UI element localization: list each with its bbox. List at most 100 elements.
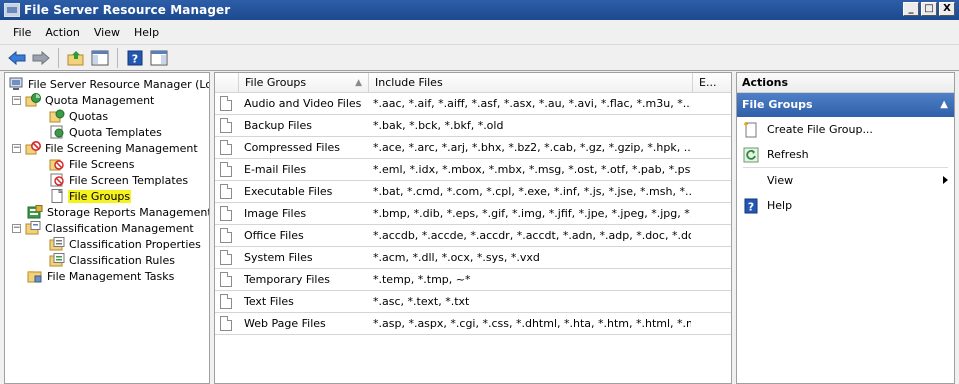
column-header-exclude-files[interactable]: E...: [693, 73, 731, 93]
include-files: *.bmp, *.dib, *.eps, *.gif, *.img, *.jfi…: [373, 207, 691, 220]
tree-item-storage-reports-management[interactable]: Storage Reports Management: [27, 204, 210, 220]
include-files: *.ace, *.arc, *.arj, *.bhx, *.bz2, *.cab…: [373, 141, 691, 154]
tree-label: File Management Tasks: [47, 269, 175, 283]
menu-action[interactable]: Action: [38, 26, 86, 39]
help-action[interactable]: ? Help: [737, 193, 954, 218]
table-row[interactable]: Backup Files *.bak, *.bck, *.bkf, *.old: [215, 115, 731, 137]
help-icon: ?: [127, 50, 143, 65]
actions-section-file-groups[interactable]: File Groups ▲: [737, 93, 954, 117]
tree-item-file-management-tasks[interactable]: File Management Tasks: [27, 268, 175, 284]
help-icon: ?: [744, 198, 758, 213]
include-files: *.asc, *.text, *.txt: [373, 295, 470, 308]
file-group-icon: [220, 140, 232, 155]
table-row[interactable]: System Files *.acm, *.dll, *.ocx, *.sys, …: [215, 247, 731, 269]
file-group-name: Backup Files: [244, 119, 312, 132]
tree-item-root[interactable]: File Server Resource Manager (Local): [8, 76, 209, 92]
column-header-label: Include Files: [375, 76, 443, 89]
file-group-name: E-mail Files: [244, 163, 307, 176]
file-group-icon: [220, 272, 232, 287]
tree-item-classification-management[interactable]: − Classification Management: [12, 220, 195, 236]
create-file-group-action[interactable]: Create File Group...: [737, 117, 954, 142]
file-group-name: Image Files: [244, 207, 307, 220]
back-arrow-icon: [8, 50, 26, 65]
include-files: *.bak, *.bck, *.bkf, *.old: [373, 119, 504, 132]
tree-label: Quota Management: [45, 93, 155, 107]
tree-item-classification-properties[interactable]: Classification Properties: [49, 236, 202, 252]
column-header-icon[interactable]: [215, 73, 239, 93]
maximize-button[interactable]: □: [921, 2, 937, 16]
help-toolbar-button[interactable]: ?: [124, 47, 146, 69]
minimize-button[interactable]: _: [903, 2, 919, 16]
expand-collapse-toggle[interactable]: −: [12, 95, 21, 105]
refresh-action[interactable]: Refresh: [737, 142, 954, 167]
menu-help[interactable]: Help: [127, 26, 166, 39]
table-row[interactable]: E-mail Files *.eml, *.idx, *.mbox, *.mbx,…: [215, 159, 731, 181]
file-group-icon: [220, 184, 232, 199]
tree-label: File Server Resource Manager (Local): [28, 77, 209, 91]
sort-ascending-icon: ▲: [355, 78, 362, 88]
actions-pane-title: Actions: [737, 73, 954, 93]
show-hide-tree-icon: [91, 50, 109, 65]
collapse-section-icon[interactable]: ▲: [940, 93, 948, 117]
forward-button[interactable]: [30, 47, 52, 69]
tree-item-quotas[interactable]: Quotas: [49, 108, 109, 124]
file-group-icon: [220, 206, 232, 221]
include-files: *.eml, *.idx, *.mbox, *.mbx, *.msg, *.os…: [373, 163, 691, 176]
tree-item-file-screening-management[interactable]: − File Screening Management: [12, 140, 199, 156]
up-one-level-button[interactable]: [65, 47, 87, 69]
tree-item-quota-templates[interactable]: Quota Templates: [49, 124, 163, 140]
table-row[interactable]: Text Files *.asc, *.text, *.txt: [215, 291, 731, 313]
show-hide-console-tree-button[interactable]: [89, 47, 111, 69]
table-row[interactable]: Image Files *.bmp, *.dib, *.eps, *.gif, *…: [215, 203, 731, 225]
table-row[interactable]: Office Files *.accdb, *.accde, *.accdr, *…: [215, 225, 731, 247]
file-group-name: Text Files: [244, 295, 294, 308]
column-header-label: E...: [699, 76, 717, 89]
file-group-icon: [220, 96, 232, 111]
tree-item-file-screens[interactable]: File Screens: [49, 156, 135, 172]
file-group-name: Compressed Files: [244, 141, 341, 154]
toolbar: ?: [0, 44, 959, 71]
menu-view[interactable]: View: [87, 26, 127, 39]
toolbar-separator: [117, 47, 118, 68]
show-hide-action-pane-button[interactable]: [148, 47, 170, 69]
window-title: File Server Resource Manager: [24, 3, 231, 17]
column-header-file-groups[interactable]: File Groups ▲: [239, 73, 369, 93]
app-icon: [4, 3, 20, 17]
file-groups-list: File Groups ▲ Include Files E... Audio a…: [214, 72, 732, 384]
tree-item-file-screen-templates[interactable]: File Screen Templates: [49, 172, 189, 188]
table-row[interactable]: Compressed Files *.ace, *.arc, *.arj, *.b…: [215, 137, 731, 159]
view-action[interactable]: View: [737, 168, 954, 193]
include-files: *.asp, *.aspx, *.cgi, *.css, *.dhtml, *.…: [373, 317, 691, 330]
tree-item-classification-rules[interactable]: Classification Rules: [49, 252, 176, 268]
quota-management-icon: [25, 93, 41, 107]
include-files: *.aac, *.aif, *.aiff, *.asf, *.asx, *.au…: [373, 97, 691, 110]
tree-label: Quota Templates: [69, 125, 162, 139]
tree-label: Classification Properties: [69, 237, 201, 251]
classification-rules-icon: [49, 253, 65, 267]
tree-item-file-groups[interactable]: File Groups: [49, 188, 132, 204]
expand-collapse-toggle[interactable]: −: [12, 223, 21, 233]
classification-properties-icon: [49, 237, 65, 251]
tree-label: File Screens: [69, 157, 135, 171]
tree-label: Classification Rules: [69, 253, 175, 267]
table-row[interactable]: Executable Files *.bat, *.cmd, *.com, *.c…: [215, 181, 731, 203]
column-header-label: File Groups: [245, 76, 307, 89]
file-group-icon: [220, 162, 232, 177]
column-header-include-files[interactable]: Include Files: [369, 73, 693, 93]
back-button[interactable]: [6, 47, 28, 69]
table-row[interactable]: Web Page Files *.asp, *.aspx, *.cgi, *.cs…: [215, 313, 731, 335]
menu-file[interactable]: File: [6, 26, 38, 39]
file-group-icon: [220, 118, 232, 133]
close-button[interactable]: X: [939, 2, 955, 16]
show-hide-action-pane-icon: [150, 50, 168, 65]
file-group-icon: [51, 189, 64, 203]
menu-bar: File Action View Help: [0, 20, 959, 44]
table-row[interactable]: Temporary Files *.temp, *.tmp, ~*: [215, 269, 731, 291]
tree-label: Storage Reports Management: [47, 205, 210, 219]
expand-collapse-toggle[interactable]: −: [12, 143, 21, 153]
refresh-icon: [743, 147, 759, 162]
table-row[interactable]: Audio and Video Files *.aac, *.aif, *.aif…: [215, 93, 731, 115]
file-group-icon: [220, 228, 232, 243]
toolbar-separator: [58, 47, 59, 68]
tree-item-quota-management[interactable]: − Quota Management: [12, 92, 155, 108]
